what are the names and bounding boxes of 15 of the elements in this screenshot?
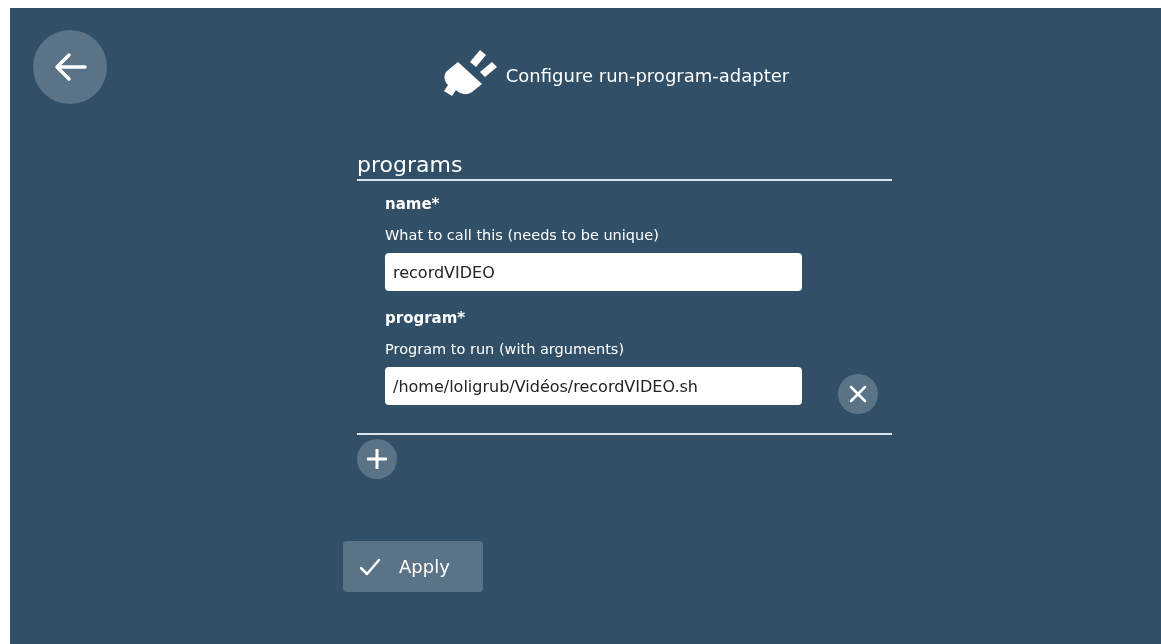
plus-icon <box>367 449 387 469</box>
page-title: Configure run-program-adapter <box>505 64 790 86</box>
close-icon <box>849 385 867 403</box>
remove-button[interactable] <box>838 374 878 414</box>
section-title: programs <box>357 152 892 181</box>
field-hint: What to call this (needs to be unique) <box>385 227 660 243</box>
input-field[interactable]: /home/loligrub/Vidéos/recordVIDEO.sh <box>385 367 802 405</box>
apply-button[interactable]: Apply <box>343 541 483 592</box>
check-icon <box>359 557 381 576</box>
field-label: name* <box>385 195 441 213</box>
back-arrow-icon <box>53 52 87 82</box>
field-label: program* <box>385 309 467 327</box>
input-field[interactable]: recordVIDEO <box>385 253 802 291</box>
field-hint: Program to run (with arguments) <box>385 341 626 357</box>
add-button[interactable] <box>357 439 397 479</box>
